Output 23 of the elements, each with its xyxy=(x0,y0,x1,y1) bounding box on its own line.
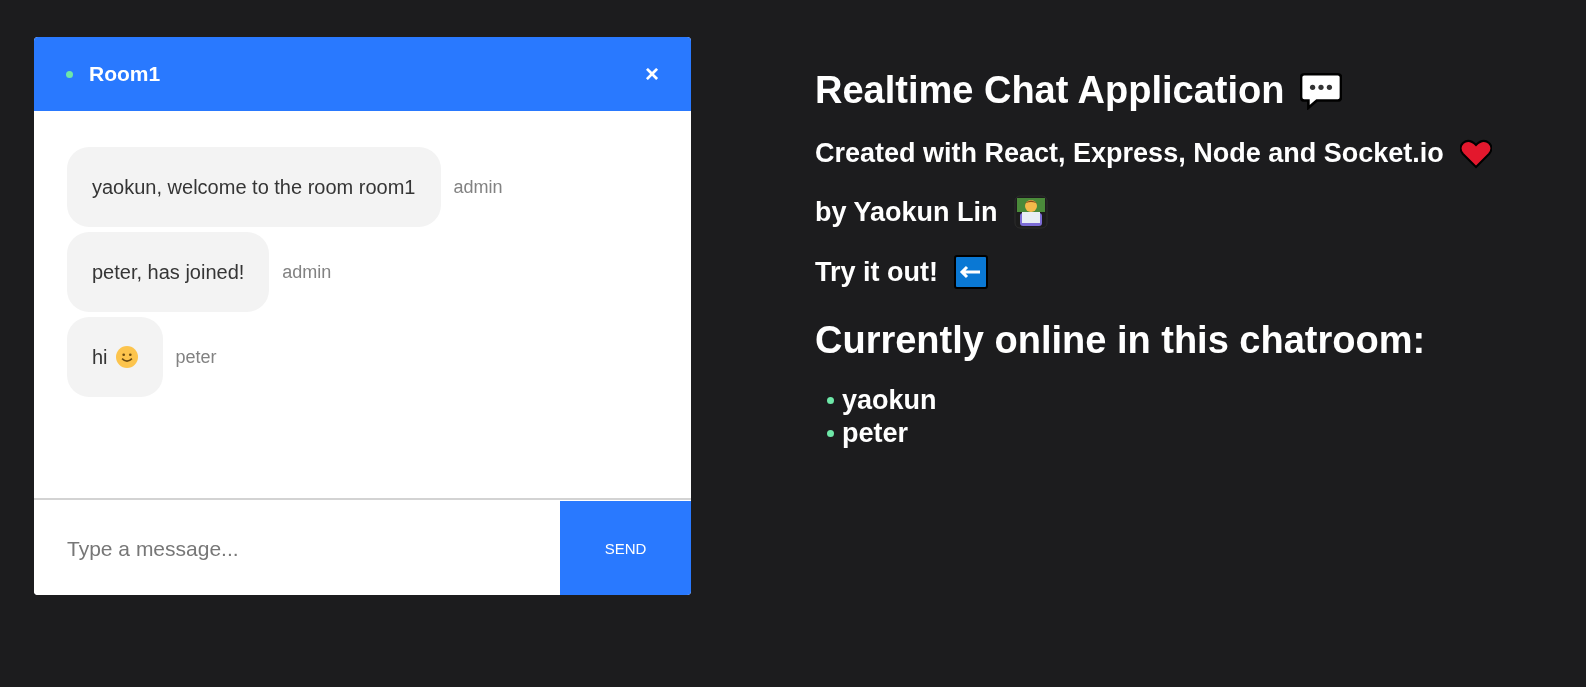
speech-bubble-icon xyxy=(1300,71,1343,110)
try-text: Try it out! xyxy=(815,256,938,288)
message-text: peter, has joined! xyxy=(92,260,245,284)
message-text: hi xyxy=(92,345,108,369)
person-laptop-icon xyxy=(1013,195,1048,229)
room-title: Room1 xyxy=(89,62,162,86)
sender-name: peter xyxy=(175,346,217,368)
close-button[interactable]: × xyxy=(645,60,659,88)
author-text: by Yaokun Lin xyxy=(815,196,998,228)
smiley-icon xyxy=(115,346,138,368)
online-dot xyxy=(827,397,834,404)
online-dot xyxy=(66,70,73,78)
online-heading: Currently online in this chatroom: xyxy=(815,319,1427,362)
heart-icon xyxy=(1459,138,1492,169)
sender-name: admin xyxy=(453,176,503,198)
sender-name: admin xyxy=(282,261,332,283)
online-dot xyxy=(827,430,834,437)
user-name: yaokun xyxy=(842,384,937,417)
user-name: peter xyxy=(842,417,909,450)
app-title: Realtime Chat Application xyxy=(815,69,1285,112)
credits-text: Created with React, Express, Node and Socket.io xyxy=(815,138,1444,169)
send-button[interactable]: SEND xyxy=(560,501,691,595)
message-text: yaokun, welcome to the room room1 xyxy=(92,175,416,199)
